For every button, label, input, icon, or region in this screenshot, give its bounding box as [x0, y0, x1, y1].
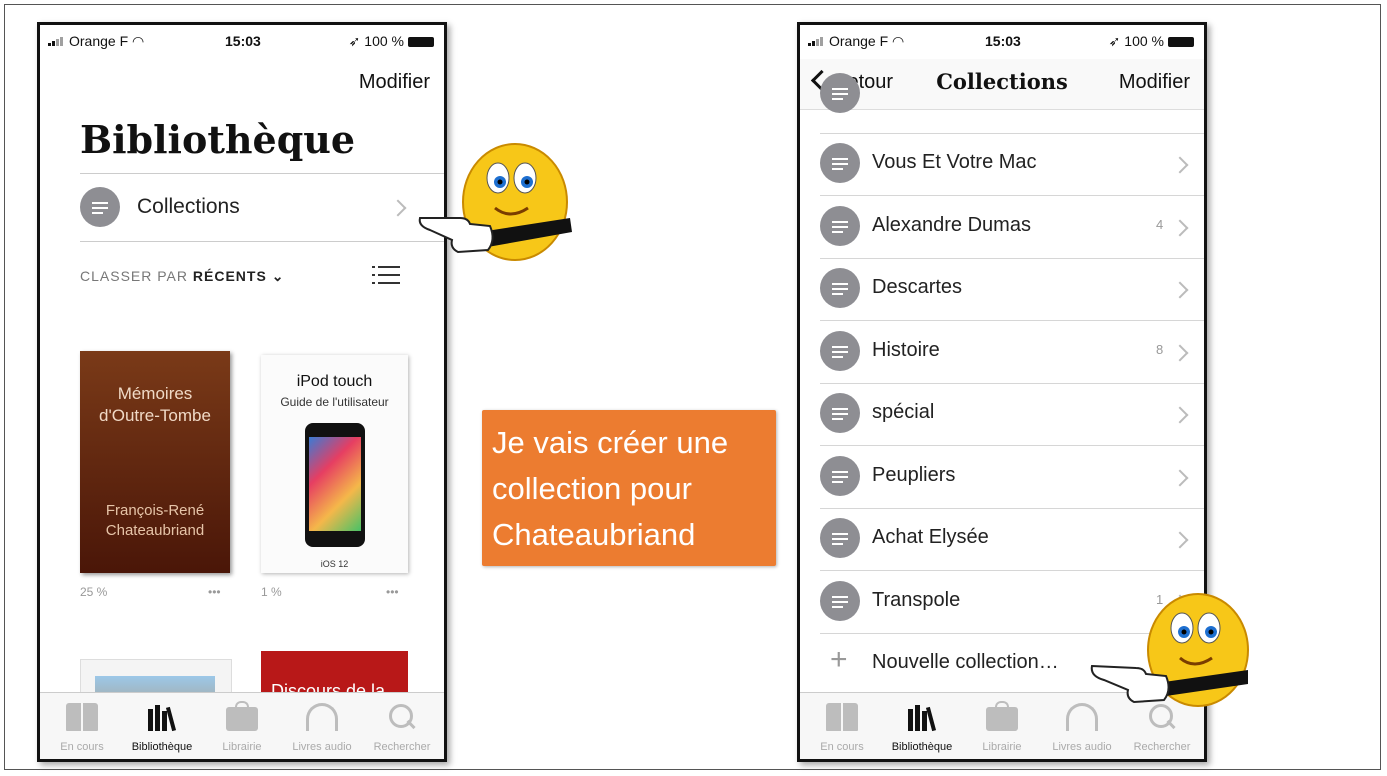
book-subtitle: Guide de l'utilisateur — [280, 395, 389, 409]
bag-icon — [986, 701, 1018, 731]
library-icon — [906, 703, 938, 732]
callout-line: collection pour — [492, 471, 692, 506]
list-item[interactable]: Histoire 8 — [820, 321, 1204, 384]
status-bar: Orange F ◠ 15:03 ➶ 100 % — [40, 25, 444, 59]
chevron-right-icon — [1171, 344, 1189, 362]
wifi-icon: ◠ — [892, 33, 905, 49]
more-icon[interactable]: ••• — [386, 585, 399, 599]
location-icon: ➶ — [348, 33, 361, 49]
tab-librairie[interactable]: Librairie — [962, 693, 1042, 759]
battery-percent: 100 % — [1124, 33, 1164, 49]
carrier-label: Orange F — [69, 33, 129, 49]
list-icon — [820, 73, 860, 113]
tab-librairie[interactable]: Librairie — [202, 693, 282, 759]
book-footer: iOS 12 — [320, 559, 349, 569]
list-icon — [820, 206, 860, 246]
divider — [80, 241, 444, 242]
collections-label: Collections — [137, 195, 240, 218]
tab-bar: En cours Bibliothèque Librairie Livres a… — [40, 692, 444, 759]
list-item[interactable]: Alexandre Dumas 4 — [820, 196, 1204, 259]
list-item[interactable]: spécial — [820, 383, 1204, 446]
tab-bibliotheque[interactable]: Bibliothèque — [882, 693, 962, 759]
tab-en-cours[interactable]: En cours — [42, 693, 122, 759]
edit-button[interactable]: Modifier — [359, 71, 430, 94]
sort-control[interactable]: CLASSER PAR RÉCENTS ⌄ — [80, 268, 284, 285]
chevron-right-icon — [1171, 156, 1189, 174]
wifi-icon: ◠ — [132, 33, 145, 49]
location-icon: ➶ — [1108, 33, 1121, 49]
tab-en-cours[interactable]: En cours — [802, 693, 882, 759]
book-title: iPod touch — [296, 373, 373, 390]
divider — [80, 173, 444, 174]
list-icon — [820, 456, 860, 496]
carrier-label: Orange F — [829, 33, 889, 49]
pointing-smiley-icon — [418, 143, 572, 261]
book-progress: 25 % — [80, 585, 108, 599]
status-time: 15:03 — [985, 33, 1021, 49]
sort-value[interactable]: RÉCENTS — [193, 268, 267, 284]
instruction-callout: Je vais créer une collection pour Chatea… — [482, 410, 776, 566]
more-icon[interactable]: ••• — [208, 585, 221, 599]
list-icon — [820, 518, 860, 558]
page-title: Bibliothèque — [80, 117, 356, 162]
chevron-right-icon — [1171, 281, 1189, 299]
pointing-smiley-icon — [1090, 593, 1249, 707]
tab-bibliotheque[interactable]: Bibliothèque — [122, 693, 202, 759]
ipod-device-image — [305, 423, 365, 547]
book-cover-ipod-guide[interactable]: iPod touch Guide de l'utilisateur iOS 12 — [261, 355, 408, 573]
search-icon — [386, 703, 418, 731]
plus-icon: + — [830, 643, 848, 676]
bag-icon — [226, 701, 258, 731]
list-icon — [820, 331, 860, 371]
callout-line: Je vais créer une — [492, 425, 729, 460]
battery-percent: 100 % — [364, 33, 404, 49]
list-item[interactable]: Descartes — [820, 258, 1204, 321]
list-item-partial[interactable] — [820, 73, 1204, 134]
chevron-right-icon — [1171, 219, 1189, 237]
tab-livres-audio[interactable]: Livres audio — [282, 693, 362, 759]
book-title: Mémoires d'Outre-Tombe — [99, 384, 211, 425]
list-item[interactable]: Vous Et Votre Mac — [820, 133, 1204, 196]
book-author: François-René Chateaubriand — [105, 502, 205, 539]
sort-prefix: CLASSER PAR — [80, 268, 188, 284]
headphones-icon — [306, 703, 338, 731]
chevron-down-icon: ⌄ — [271, 268, 285, 284]
list-item[interactable]: Peupliers — [820, 446, 1204, 509]
status-bar: Orange F ◠ 15:03 ➶ 100 % — [800, 25, 1204, 59]
signal-icon — [808, 36, 826, 46]
chevron-right-icon — [1171, 469, 1189, 487]
list-icon — [820, 393, 860, 433]
battery-icon — [408, 37, 434, 48]
list-icon — [820, 143, 860, 183]
callout-line: Chateaubriand — [492, 517, 696, 552]
book-open-icon — [826, 703, 858, 731]
status-time: 15:03 — [225, 33, 261, 49]
chevron-right-icon — [1171, 531, 1189, 549]
signal-icon — [48, 36, 66, 46]
list-view-icon[interactable] — [372, 265, 400, 285]
list-icon — [820, 268, 860, 308]
list-item[interactable]: Achat Elysée — [820, 508, 1204, 571]
chevron-right-icon — [1171, 406, 1189, 424]
book-open-icon — [66, 703, 98, 731]
book-progress: 1 % — [261, 585, 282, 599]
phone-library-screen: Orange F ◠ 15:03 ➶ 100 % Modifier Biblio… — [37, 22, 447, 762]
library-icon — [146, 703, 178, 732]
list-icon — [80, 187, 120, 227]
list-icon — [820, 581, 860, 621]
battery-icon — [1168, 37, 1194, 48]
book-cover-memoires[interactable]: Mémoires d'Outre-Tombe François-René Cha… — [80, 351, 230, 573]
chevron-right-icon — [389, 199, 407, 217]
collections-row[interactable]: Collections — [80, 175, 440, 241]
tab-rechercher[interactable]: Rechercher — [362, 693, 442, 759]
